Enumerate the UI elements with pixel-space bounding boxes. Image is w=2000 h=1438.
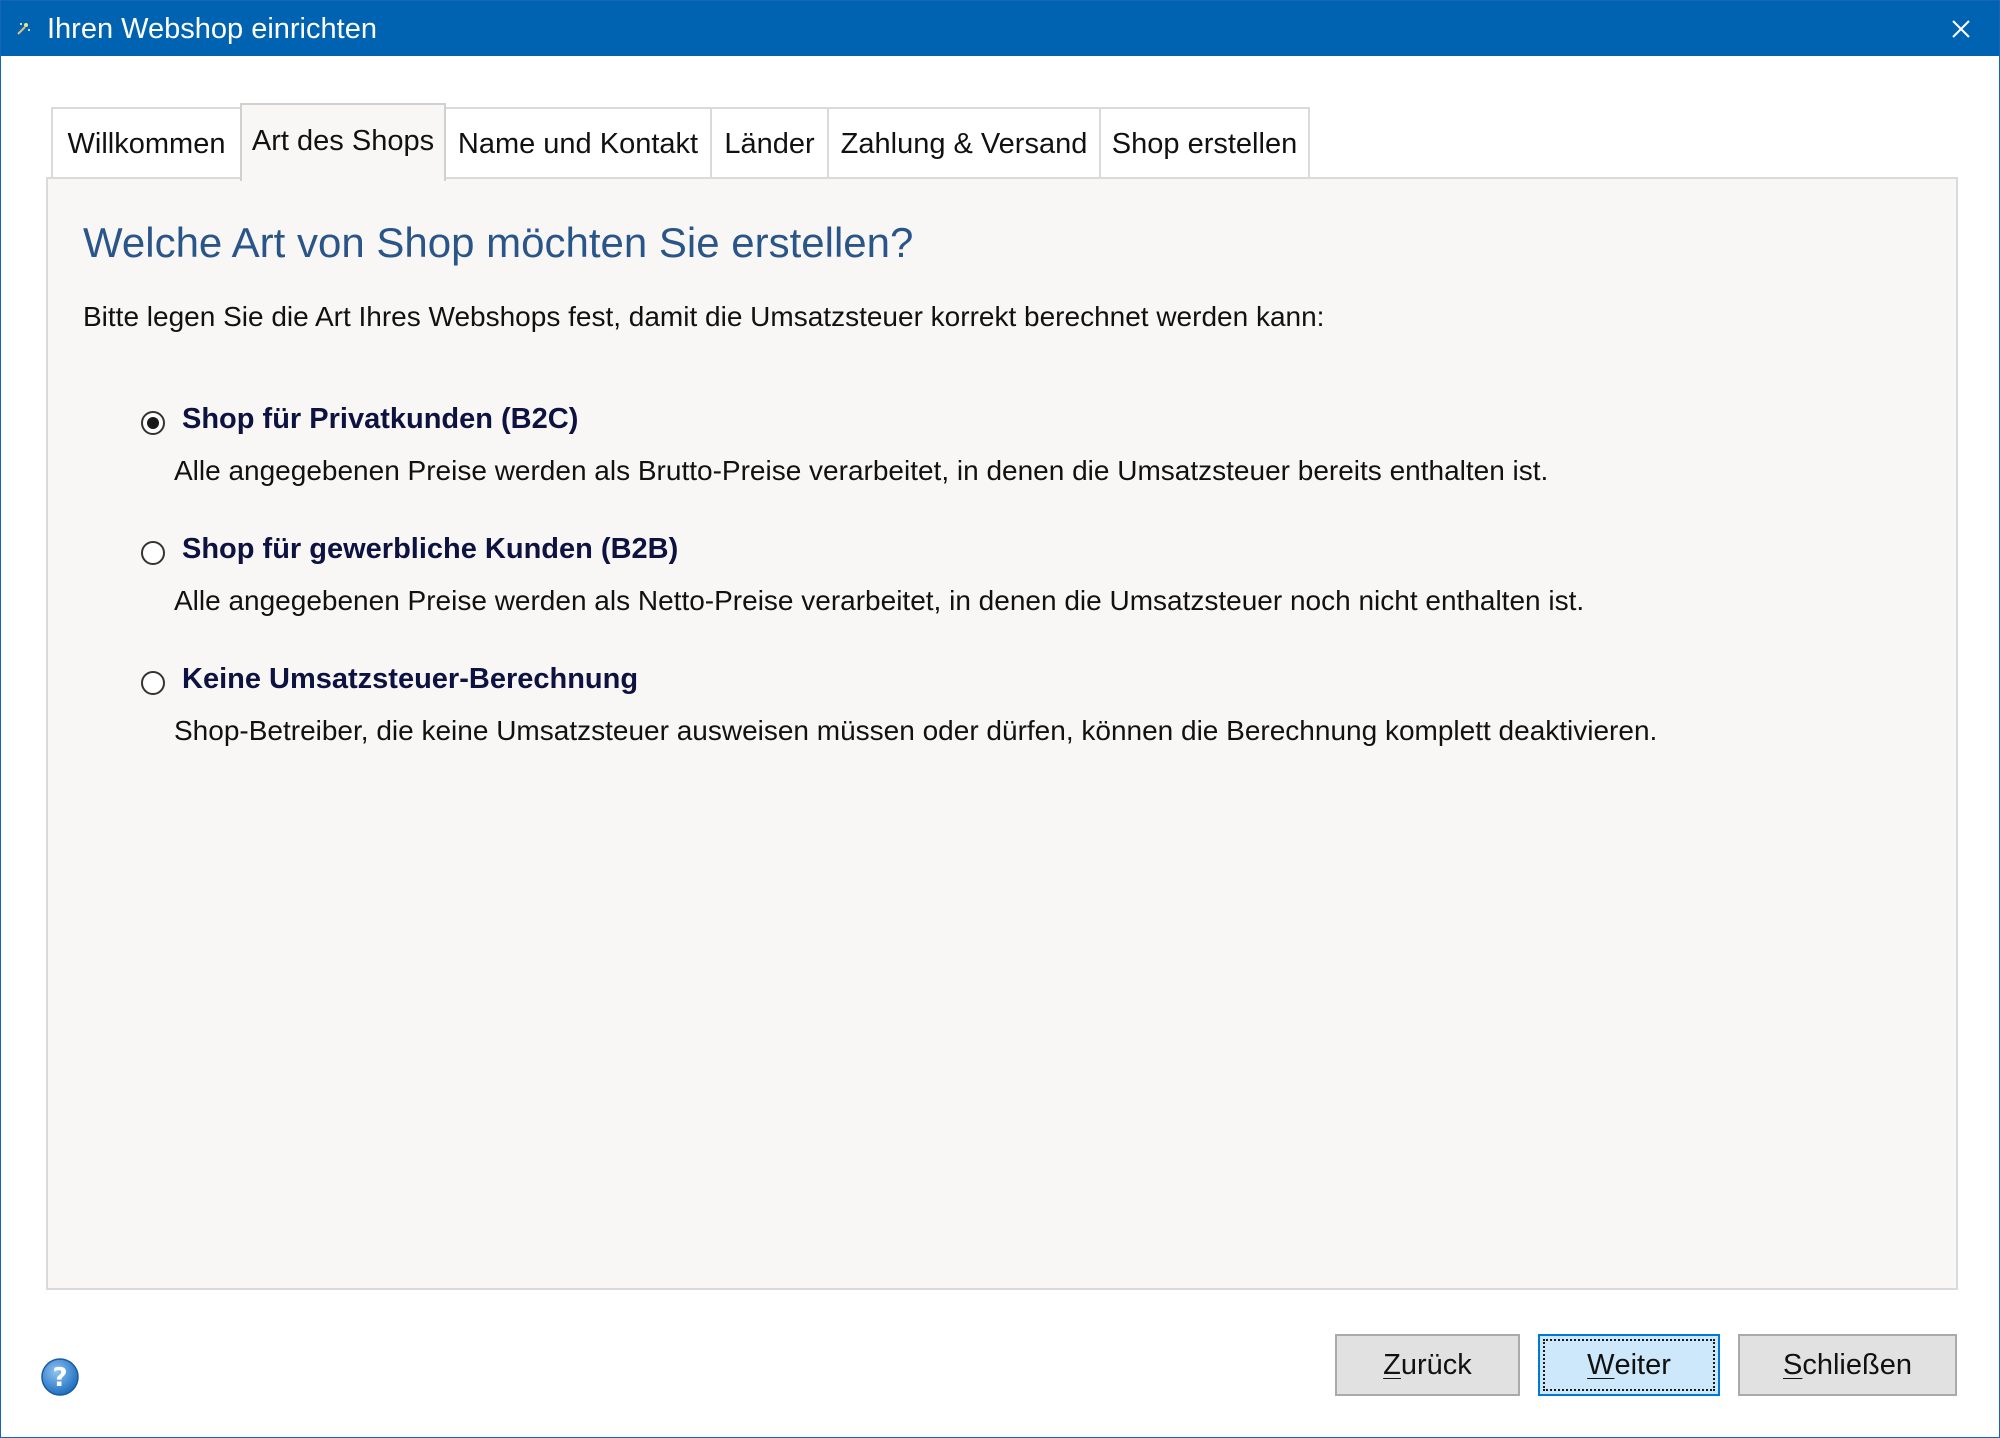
- radio-b2c[interactable]: [141, 411, 165, 435]
- tab-laender[interactable]: Länder: [710, 107, 829, 179]
- option-label[interactable]: Keine Umsatzsteuer-Berechnung: [182, 663, 638, 696]
- option-label[interactable]: Shop für Privatkunden (B2C): [182, 403, 578, 436]
- tab-willkommen[interactable]: Willkommen: [51, 107, 242, 179]
- tab-panel: Welche Art von Shop möchten Sie erstelle…: [46, 177, 1958, 1290]
- window-title: Ihren Webshop einrichten: [47, 13, 377, 45]
- close-icon: [1952, 19, 1970, 38]
- tab-art-des-shops[interactable]: Art des Shops: [240, 103, 446, 181]
- tab-strip: Willkommen Art des Shops Name und Kontak…: [51, 103, 1310, 181]
- radio-selected-dot: [147, 417, 159, 429]
- tab-shop-erstellen[interactable]: Shop erstellen: [1099, 107, 1310, 179]
- radio-b2b[interactable]: [141, 541, 165, 565]
- close-button-label: chließen: [1802, 1348, 1912, 1381]
- wizard-window: Ihren Webshop einrichten Willkommen Art …: [0, 0, 2000, 1438]
- next-button-label: eiter: [1614, 1348, 1671, 1381]
- tab-name-und-kontakt[interactable]: Name und Kontakt: [444, 107, 712, 179]
- tab-zahlung-versand[interactable]: Zahlung & Versand: [827, 107, 1101, 179]
- back-button-mnemonic: Z: [1383, 1348, 1401, 1381]
- option-description: Alle angegebenen Preise werden als Netto…: [174, 585, 1585, 616]
- back-button[interactable]: Zurück: [1335, 1334, 1520, 1396]
- back-button-label: urück: [1400, 1348, 1472, 1381]
- close-button-mnemonic: S: [1783, 1348, 1803, 1381]
- radio-no-vat[interactable]: [141, 671, 165, 695]
- option-label[interactable]: Shop für gewerbliche Kunden (B2B): [182, 533, 678, 566]
- wand-icon: [17, 23, 30, 35]
- close-window-button[interactable]: [1923, 1, 1999, 56]
- option-description: Alle angegebenen Preise werden als Brutt…: [174, 455, 1549, 486]
- next-button[interactable]: Weiter: [1538, 1334, 1720, 1396]
- next-button-mnemonic: W: [1587, 1348, 1615, 1381]
- help-icon[interactable]: ?: [40, 1357, 80, 1397]
- page-title: Welche Art von Shop möchten Sie erstelle…: [83, 219, 914, 266]
- intro-text: Bitte legen Sie die Art Ihres Webshops f…: [83, 301, 1325, 332]
- close-button[interactable]: Schließen: [1738, 1334, 1957, 1396]
- title-bar[interactable]: Ihren Webshop einrichten: [1, 1, 1999, 56]
- svg-text:?: ?: [52, 1363, 67, 1393]
- option-description: Shop-Betreiber, die keine Umsatzsteuer a…: [174, 715, 1658, 746]
